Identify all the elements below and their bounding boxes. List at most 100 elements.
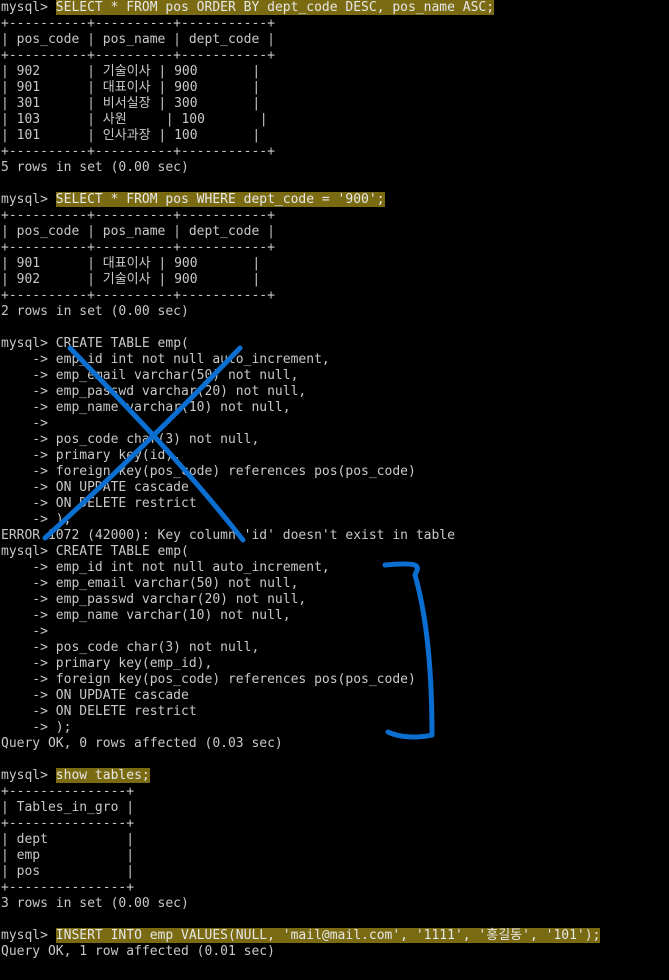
output-line: | Tables_in_gro | xyxy=(0,800,669,816)
output-text: | 103 | 사원 | 100 | xyxy=(1,112,268,127)
output-line: -> foreign key(pos_code) references pos(… xyxy=(0,464,669,480)
output-line: +----------+----------+-----------+ xyxy=(0,208,669,224)
command-text: CREATE TABLE emp( xyxy=(55,544,189,559)
output-text: +---------------+ xyxy=(1,784,135,799)
output-line: | 901 | 대표이사 | 900 | xyxy=(0,256,669,272)
output-line: | 902 | 기술이사 | 900 | xyxy=(0,272,669,288)
output-line: +----------+----------+-----------+ xyxy=(0,144,669,160)
mysql-prompt: mysql> xyxy=(1,768,56,783)
output-line: -> foreign key(pos_code) references pos(… xyxy=(0,672,669,688)
mysql-terminal[interactable]: mysql> SELECT * FROM pos ORDER BY dept_c… xyxy=(0,0,669,980)
output-line: | 101 | 인사과장 | 100 | xyxy=(0,128,669,144)
mysql-prompt: mysql> xyxy=(1,336,56,351)
output-line: | 902 | 기술이사 | 900 | xyxy=(0,64,669,80)
output-text: +---------------+ xyxy=(1,816,135,831)
output-text: -> ON UPDATE cascade xyxy=(1,480,189,495)
output-text: +----------+----------+-----------+ xyxy=(1,208,275,223)
mysql-prompt: mysql> xyxy=(1,544,56,559)
output-line: +----------+----------+-----------+ xyxy=(0,16,669,32)
command-text: CREATE TABLE emp( xyxy=(55,336,189,351)
output-text: +----------+----------+-----------+ xyxy=(1,16,275,31)
output-text: | 902 | 기술이사 | 900 | xyxy=(1,272,261,287)
output-line: Query OK, 1 row affected (0.01 sec) xyxy=(0,944,669,960)
output-line: 2 rows in set (0.00 sec) xyxy=(0,304,669,320)
output-line: -> ); xyxy=(0,720,669,736)
output-line: -> ); xyxy=(0,512,669,528)
output-line: -> emp_passwd varchar(20) not null, xyxy=(0,384,669,400)
output-line: -> emp_name varchar(10) not null, xyxy=(0,608,669,624)
output-line: -> primary key(id), xyxy=(0,448,669,464)
output-line: | 103 | 사원 | 100 | xyxy=(0,112,669,128)
output-line: | emp | xyxy=(0,848,669,864)
command-line: mysql> SELECT * FROM pos WHERE dept_code… xyxy=(0,192,669,208)
output-text: -> ); xyxy=(1,512,72,527)
output-line: -> emp_email varchar(50) not null, xyxy=(0,576,669,592)
output-text: | pos | xyxy=(1,864,135,879)
output-text: | Tables_in_gro | xyxy=(1,800,135,815)
output-text: +---------------+ xyxy=(1,880,135,895)
output-text: | 301 | 비서실장 | 300 | xyxy=(1,96,261,111)
output-text: -> pos_code char(3) not null, xyxy=(1,432,260,447)
output-line: -> ON UPDATE cascade xyxy=(0,480,669,496)
highlighted-command: SELECT * FROM pos WHERE dept_code = '900… xyxy=(55,192,385,207)
output-line: -> primary key(emp_id), xyxy=(0,656,669,672)
output-text: -> ON DELETE restrict xyxy=(1,496,197,511)
output-line: -> pos_code char(3) not null, xyxy=(0,640,669,656)
output-line: Query OK, 0 rows affected (0.03 sec) xyxy=(0,736,669,752)
output-text: -> emp_id int not null auto_increment, xyxy=(1,560,330,575)
output-text: | 902 | 기술이사 | 900 | xyxy=(1,64,261,79)
command-line: mysql> show tables; xyxy=(0,768,669,784)
mysql-prompt: mysql> xyxy=(1,0,56,15)
output-text: | pos_code | pos_name | dept_code | xyxy=(1,224,275,239)
output-text: -> ON UPDATE cascade xyxy=(1,688,189,703)
highlighted-command: SELECT * FROM pos ORDER BY dept_code DES… xyxy=(55,0,495,15)
mysql-prompt: mysql> xyxy=(1,928,56,943)
output-text: 2 rows in set (0.00 sec) xyxy=(1,304,189,319)
output-text: -> foreign key(pos_code) references pos(… xyxy=(1,672,416,687)
output-line: 5 rows in set (0.00 sec) xyxy=(0,160,669,176)
output-line: -> emp_id int not null auto_increment, xyxy=(0,352,669,368)
output-line: +----------+----------+-----------+ xyxy=(0,240,669,256)
output-text: -> foreign key(pos_code) references pos(… xyxy=(1,464,416,479)
output-line: -> emp_id int not null auto_increment, xyxy=(0,560,669,576)
command-line: mysql> SELECT * FROM pos ORDER BY dept_c… xyxy=(0,0,669,16)
output-text: | dept | xyxy=(1,832,135,847)
output-text: -> emp_passwd varchar(20) not null, xyxy=(1,384,307,399)
output-line: | pos_code | pos_name | dept_code | xyxy=(0,32,669,48)
output-line: -> ON DELETE restrict xyxy=(0,704,669,720)
output-text: -> emp_name varchar(10) not null, xyxy=(1,608,291,623)
output-text: ERROR 1072 (42000): Key column 'id' does… xyxy=(1,528,455,543)
output-line: -> ON UPDATE cascade xyxy=(0,688,669,704)
output-text: | pos_code | pos_name | dept_code | xyxy=(1,32,275,47)
output-text: -> emp_name varchar(10) not null, xyxy=(1,400,291,415)
output-text: | 901 | 대표이사 | 900 | xyxy=(1,256,261,271)
output-text: +----------+----------+-----------+ xyxy=(1,144,275,159)
output-text: -> emp_passwd varchar(20) not null, xyxy=(1,592,307,607)
output-text: | 101 | 인사과장 | 100 | xyxy=(1,128,261,143)
output-text: +----------+----------+-----------+ xyxy=(1,240,275,255)
output-line: +---------------+ xyxy=(0,784,669,800)
output-text: -> emp_email varchar(50) not null, xyxy=(1,368,299,383)
output-line: ERROR 1072 (42000): Key column 'id' does… xyxy=(0,528,669,544)
output-text: | 901 | 대표이사 | 900 | xyxy=(1,80,261,95)
output-text: +----------+----------+-----------+ xyxy=(1,288,275,303)
output-text: -> primary key(emp_id), xyxy=(1,656,213,671)
output-text: -> pos_code char(3) not null, xyxy=(1,640,260,655)
output-text: -> emp_id int not null auto_increment, xyxy=(1,352,330,367)
output-line: -> emp_passwd varchar(20) not null, xyxy=(0,592,669,608)
output-line: | pos_code | pos_name | dept_code | xyxy=(0,224,669,240)
output-text: +----------+----------+-----------+ xyxy=(1,48,275,63)
output-text: 5 rows in set (0.00 sec) xyxy=(1,160,189,175)
output-line: | 301 | 비서실장 | 300 | xyxy=(0,96,669,112)
output-line: -> ON DELETE restrict xyxy=(0,496,669,512)
output-line: -> xyxy=(0,416,669,432)
output-text: -> xyxy=(1,416,48,431)
highlighted-command: INSERT INTO emp VALUES(NULL, 'mail@mail.… xyxy=(55,928,601,943)
highlighted-command: show tables; xyxy=(55,768,150,783)
output-line: +---------------+ xyxy=(0,880,669,896)
output-text: Query OK, 1 row affected (0.01 sec) xyxy=(1,944,275,959)
